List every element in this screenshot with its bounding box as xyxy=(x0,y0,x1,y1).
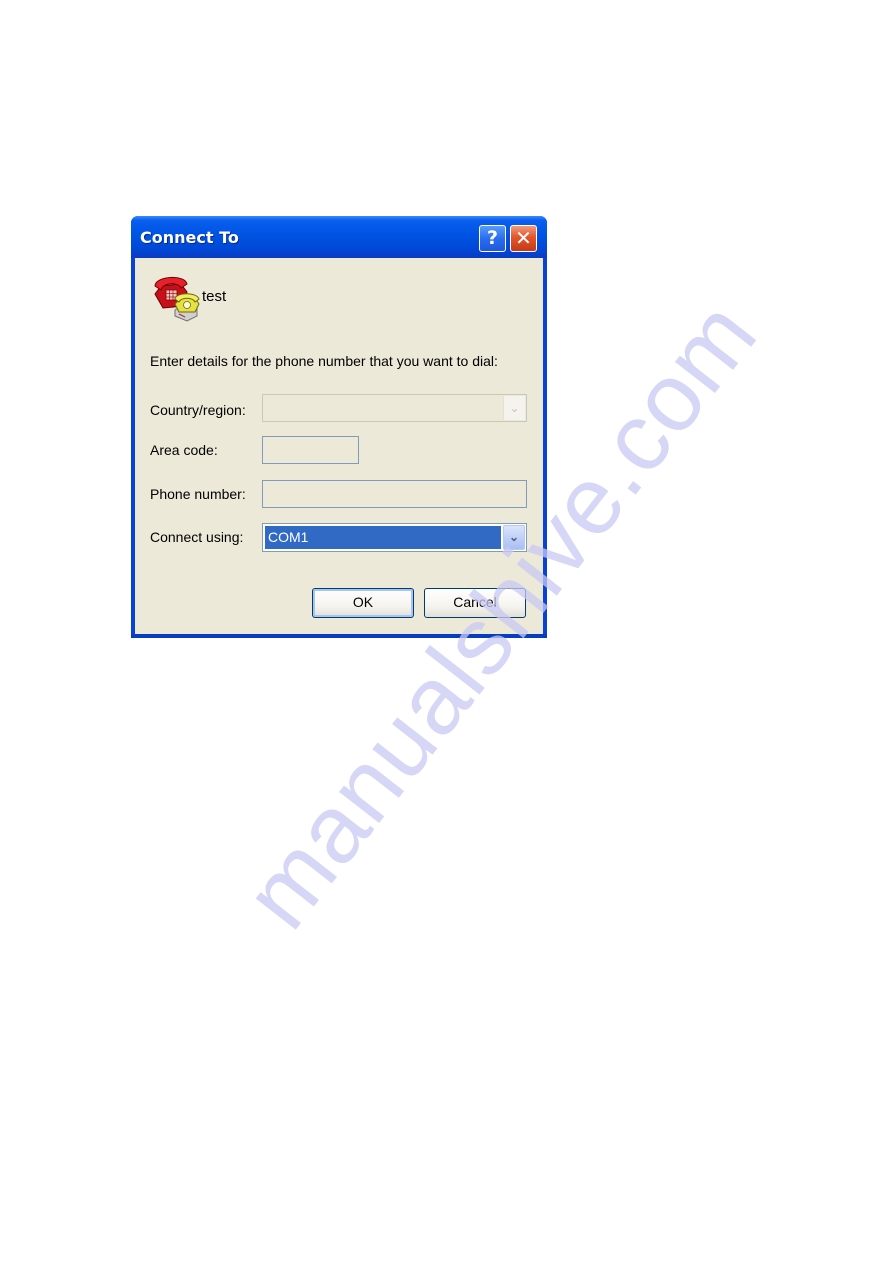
chevron-down-icon[interactable]: ⌄ xyxy=(503,525,525,550)
chevron-down-icon: ⌄ xyxy=(503,396,525,420)
connect-using-label: Connect using: xyxy=(150,529,244,545)
ok-button[interactable]: OK xyxy=(312,588,414,618)
close-icon: ✕ xyxy=(515,226,532,250)
area-code-label: Area code: xyxy=(150,442,218,458)
phone-number-label: Phone number: xyxy=(150,486,246,502)
country-region-label: Country/region: xyxy=(150,402,246,418)
phone-number-input[interactable] xyxy=(262,480,527,508)
dialog-body: test Enter details for the phone number … xyxy=(135,258,543,634)
connect-using-value: COM1 xyxy=(265,526,501,549)
help-icon: ? xyxy=(486,227,499,249)
dialog-border xyxy=(131,634,547,638)
country-region-select[interactable]: ⌄ xyxy=(262,394,527,422)
connect-using-select[interactable]: COM1 ⌄ xyxy=(262,523,527,552)
close-button[interactable]: ✕ xyxy=(510,225,537,252)
instruction-text: Enter details for the phone number that … xyxy=(150,353,498,369)
cancel-button[interactable]: Cancel xyxy=(424,588,526,618)
title-bar[interactable]: Connect To ? ✕ xyxy=(131,216,547,258)
dialog-title: Connect To xyxy=(140,228,239,247)
phone-icon xyxy=(154,277,200,322)
connection-name: test xyxy=(202,288,227,305)
connect-to-dialog: Connect To ? ✕ test Enter details for th… xyxy=(131,216,547,638)
help-button[interactable]: ? xyxy=(479,225,506,252)
area-code-input[interactable] xyxy=(262,436,359,464)
